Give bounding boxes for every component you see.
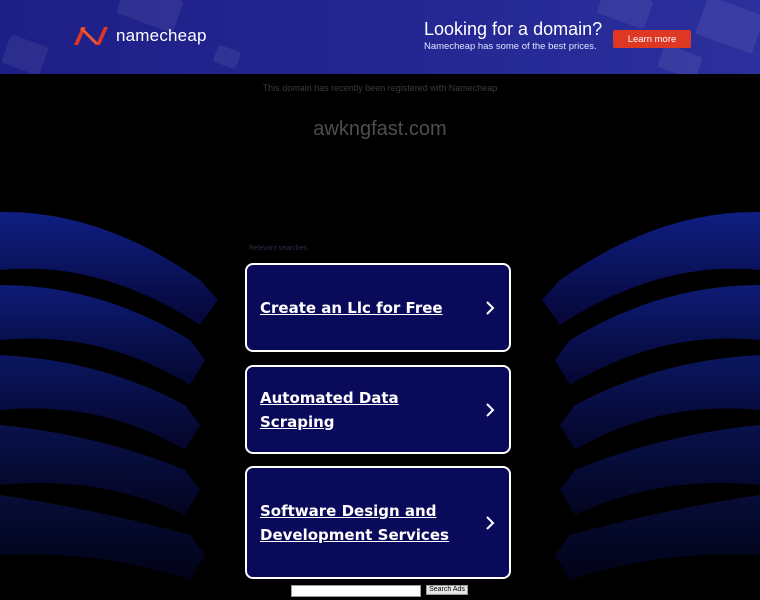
search-link-card[interactable]: Software Design and Development Services bbox=[245, 466, 511, 579]
search-ads-button[interactable]: Search Ads bbox=[426, 585, 468, 595]
banner-decoration bbox=[596, 0, 654, 30]
search-input[interactable] bbox=[291, 585, 421, 597]
search-link-label[interactable]: Automated Data Scraping bbox=[260, 386, 470, 434]
banner-decoration bbox=[1, 34, 49, 74]
promo-banner: namecheap Looking for a domain? Namechea… bbox=[0, 0, 760, 74]
registration-note: This domain has recently been registered… bbox=[262, 83, 498, 93]
banner-decoration bbox=[657, 43, 703, 74]
promo-title: Looking for a domain? bbox=[424, 19, 603, 39]
domain-name: awkngfast.com bbox=[313, 118, 447, 140]
search-link-card[interactable]: Automated Data Scraping bbox=[245, 365, 511, 454]
chevron-right-icon bbox=[486, 402, 495, 417]
chevron-right-icon bbox=[486, 515, 495, 530]
brand-name: namecheap bbox=[116, 26, 207, 45]
banner-decoration bbox=[212, 44, 242, 70]
namecheap-mark-icon bbox=[74, 27, 108, 45]
search-link-label[interactable]: Create an Llc for Free bbox=[260, 296, 470, 320]
relevant-searches-label: Relevant searches bbox=[249, 245, 307, 252]
banner-decoration bbox=[694, 0, 760, 55]
promo-subtitle: Namecheap has some of the best prices. bbox=[424, 41, 597, 52]
learn-more-button[interactable]: Learn more bbox=[613, 30, 691, 48]
search-link-card[interactable]: Create an Llc for Free bbox=[245, 263, 511, 352]
search-link-label[interactable]: Software Design and Development Services bbox=[260, 499, 470, 547]
namecheap-logo[interactable]: namecheap bbox=[72, 25, 207, 47]
chevron-right-icon bbox=[486, 300, 495, 315]
